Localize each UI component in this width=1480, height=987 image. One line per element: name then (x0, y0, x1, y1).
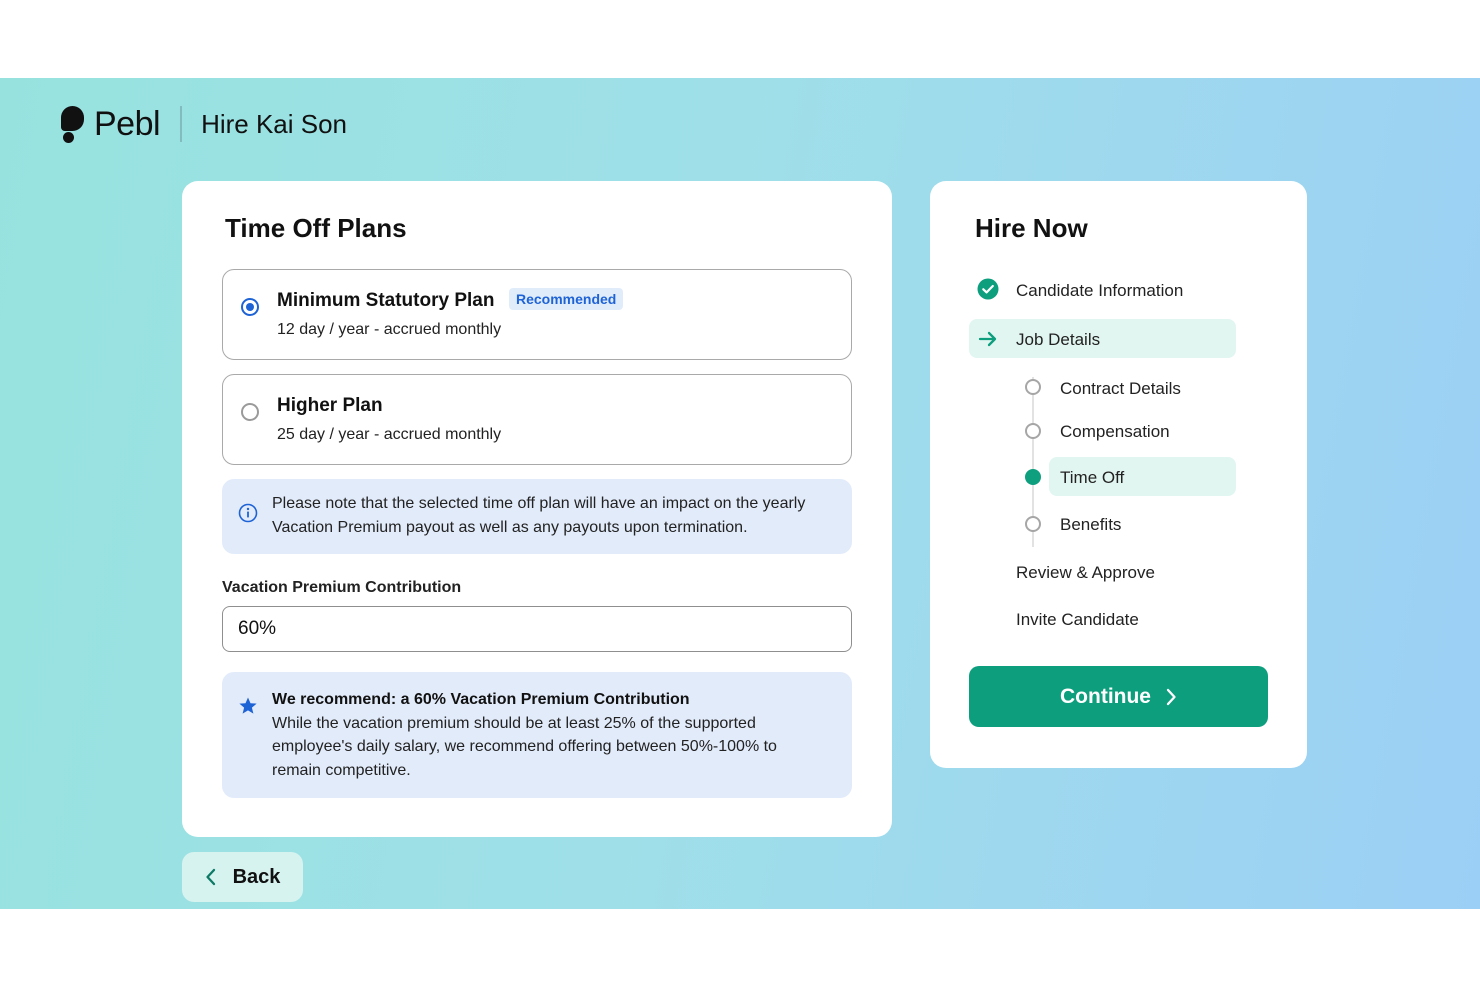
radio-unselected[interactable] (241, 403, 259, 421)
substep-compensation[interactable]: Compensation (1060, 422, 1170, 442)
info-note: Please note that the selected time off p… (222, 479, 852, 554)
substep-time-off[interactable]: Time Off (1060, 468, 1124, 488)
plan-name: Higher Plan (277, 395, 383, 416)
continue-label: Continue (1060, 684, 1151, 708)
vacation-premium-label: Vacation Premium Contribution (222, 579, 462, 596)
step-review-approve[interactable]: Review & Approve (1016, 563, 1155, 583)
back-button[interactable]: Back (182, 852, 303, 902)
substep-dot (1025, 423, 1041, 439)
chevron-left-icon (205, 868, 215, 886)
recommended-badge: Recommended (509, 288, 624, 310)
recommendation-body: While the vacation premium should be at … (272, 714, 777, 779)
logo-text: Pebl (94, 105, 161, 143)
recommendation-note: We recommend: a 60% Vacation Premium Con… (222, 672, 852, 798)
star-icon (239, 697, 257, 714)
plan-desc: 12 day / year - accrued monthly (277, 321, 502, 338)
page-title: Hire Kai Son (201, 109, 348, 139)
recommendation-title: We recommend: a 60% Vacation Premium Con… (272, 691, 690, 708)
time-off-card: Time Off Plans Minimum Statutory Plan Re… (182, 181, 892, 837)
header-divider (180, 106, 183, 142)
info-note-text: Please note that the selected time off p… (272, 495, 806, 536)
back-label: Back (232, 865, 281, 888)
step-job-details[interactable]: Job Details (1016, 330, 1100, 350)
substep-benefits[interactable]: Benefits (1060, 515, 1121, 535)
substep-contract-details[interactable]: Contract Details (1060, 379, 1181, 399)
step-candidate-information[interactable]: Candidate Information (1016, 281, 1183, 301)
chevron-right-icon (1166, 688, 1176, 705)
recommendation-content: We recommend: a 60% Vacation Premium Con… (272, 688, 822, 782)
continue-button[interactable]: Continue (969, 666, 1268, 727)
plan-name: Minimum Statutory Plan (277, 290, 495, 311)
plan-desc: 25 day / year - accrued monthly (277, 426, 502, 443)
arrow-right-icon (978, 331, 997, 347)
substep-dot-active (1025, 469, 1041, 485)
time-off-title: Time Off Plans (225, 213, 407, 243)
header: Pebl Hire Kai Son (60, 104, 347, 144)
substep-dot (1025, 379, 1041, 395)
step-invite-candidate[interactable]: Invite Candidate (1016, 610, 1139, 630)
hire-now-title: Hire Now (975, 213, 1088, 243)
radio-selected[interactable] (241, 298, 259, 316)
plan-option-higher[interactable]: Higher Plan 25 day / year - accrued mont… (222, 374, 852, 465)
vacation-premium-input[interactable] (222, 606, 852, 652)
check-circle-icon (977, 278, 999, 300)
substep-dot (1025, 516, 1041, 532)
info-icon (238, 503, 258, 523)
plan-option-minimum-statutory[interactable]: Minimum Statutory Plan Recommended 12 da… (222, 269, 852, 360)
hire-now-card: Hire Now Candidate Information Job Detai… (930, 181, 1307, 768)
step-job-details-highlight[interactable] (969, 319, 1236, 358)
pebl-logo-icon (60, 105, 86, 143)
